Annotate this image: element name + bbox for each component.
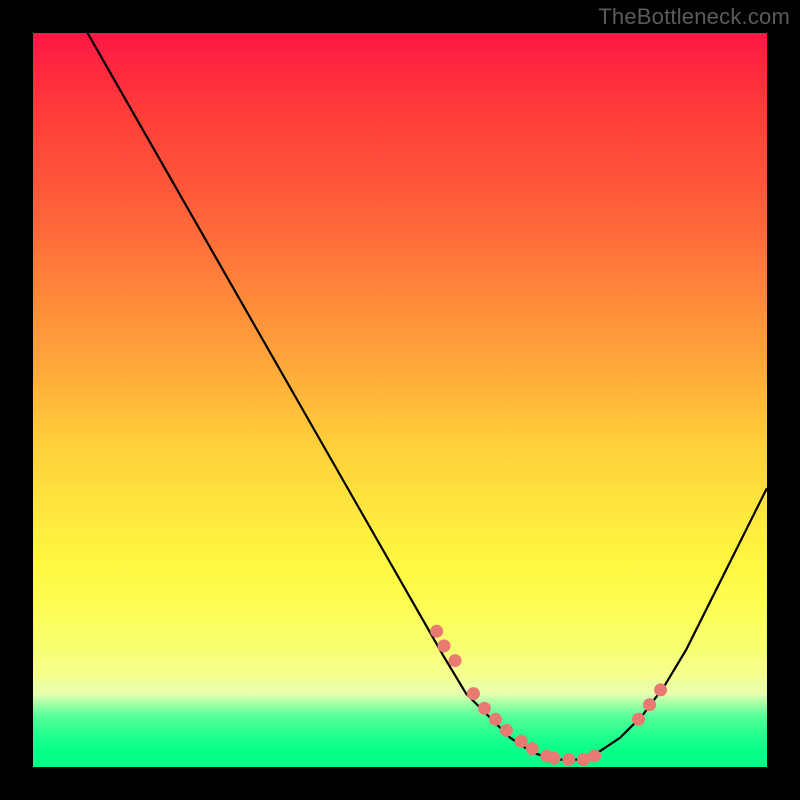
curve-dot — [577, 753, 590, 766]
curve-line — [33, 33, 767, 760]
bottleneck-curve — [33, 33, 767, 767]
curve-dot — [548, 752, 561, 765]
curve-dot — [430, 625, 443, 638]
curve-dot — [526, 742, 539, 755]
curve-dot — [562, 753, 575, 766]
curve-dot — [500, 724, 513, 737]
chart-container: TheBottleneck.com — [0, 0, 800, 800]
curve-dot — [449, 654, 462, 667]
curve-dot — [515, 735, 528, 748]
curve-dot — [588, 749, 601, 762]
curve-dot — [632, 713, 645, 726]
curve-dot — [654, 683, 667, 696]
curve-dot — [489, 713, 502, 726]
curve-dot — [478, 702, 491, 715]
curve-dot — [467, 687, 480, 700]
curve-dot — [643, 698, 656, 711]
curve-dot — [438, 639, 451, 652]
attribution-label: TheBottleneck.com — [598, 4, 790, 30]
curve-dots — [430, 625, 667, 766]
